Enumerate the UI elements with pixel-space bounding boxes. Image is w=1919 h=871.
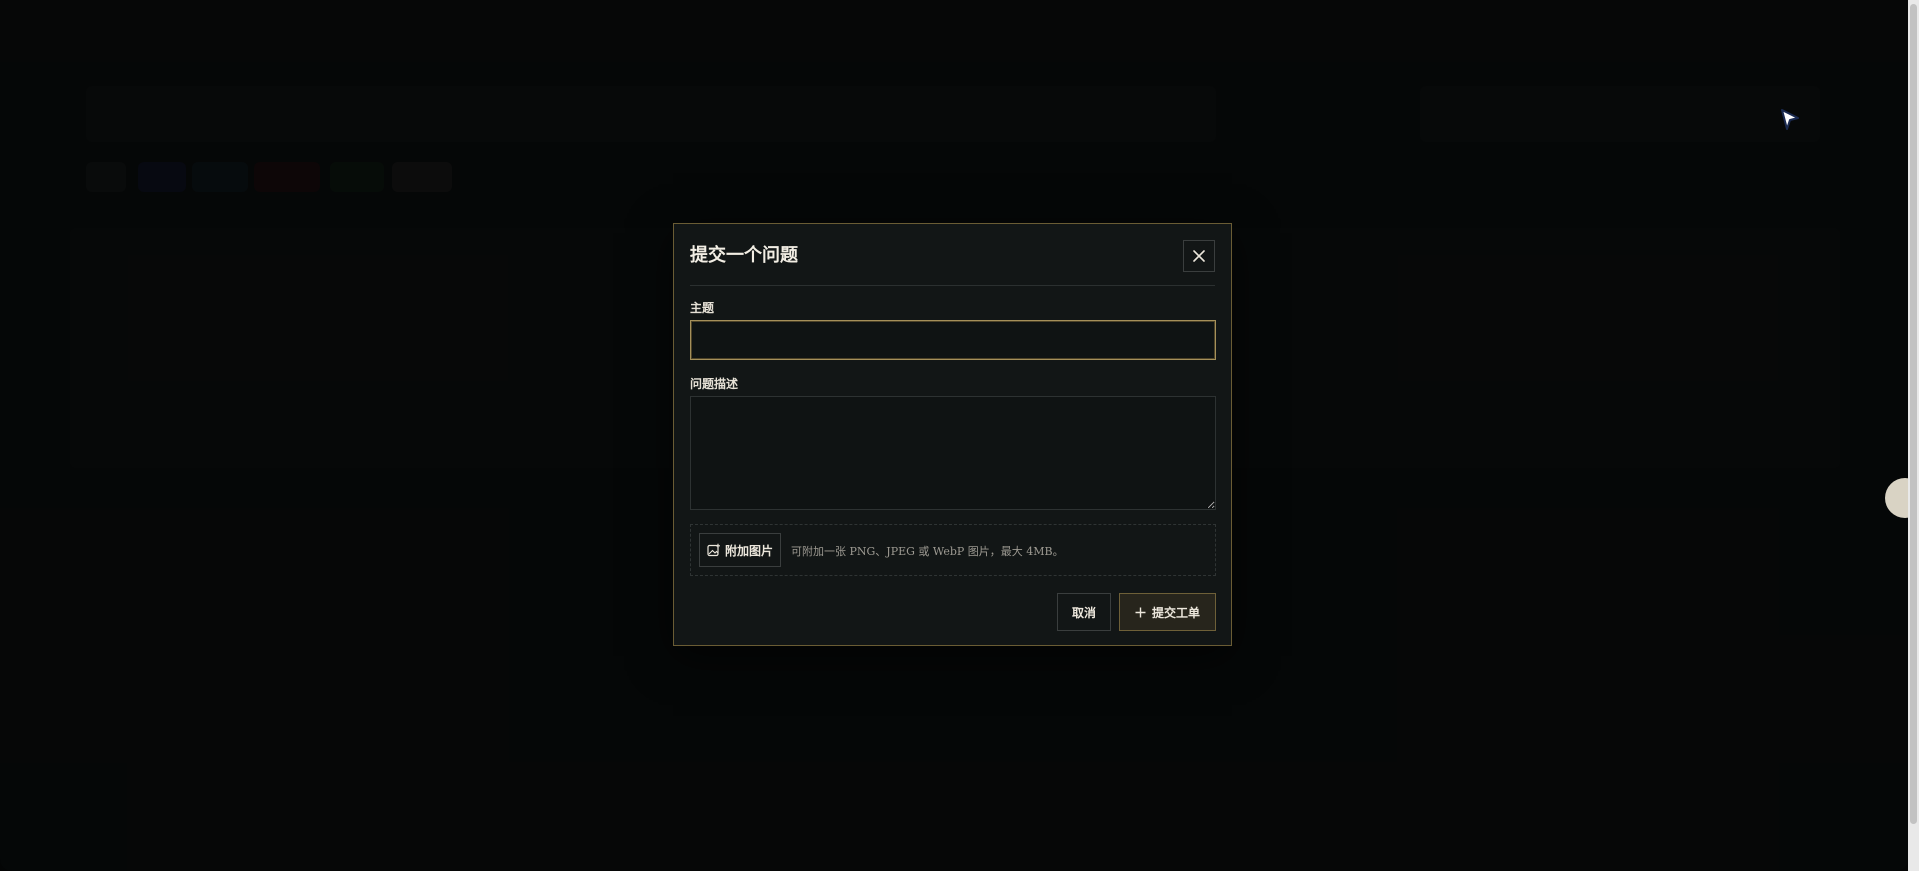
scrollbar-thumb[interactable]	[1910, 4, 1917, 824]
description-label: 问题描述	[690, 377, 739, 391]
attach-hint-text: 可附加一张 PNG、JPEG 或 WebP 图片，最大 4MB。	[791, 545, 1064, 558]
description-textarea[interactable]	[690, 396, 1216, 510]
cursor-icon	[1781, 109, 1799, 130]
attachment-dropzone[interactable]: 附加图片 可附加一张 PNG、JPEG 或 WebP 图片，最大 4MB。	[690, 524, 1216, 576]
dialog-divider	[690, 285, 1215, 286]
subject-input[interactable]	[690, 320, 1216, 360]
attach-image-label: 附加图片	[724, 543, 773, 558]
close-button[interactable]	[1183, 240, 1215, 272]
attach-image-button[interactable]: 附加图片	[699, 533, 781, 567]
submit-ticket-button[interactable]: 提交工单	[1119, 593, 1216, 631]
dialog-title: 提交一个问题	[690, 245, 798, 266]
subject-label: 主题	[690, 301, 715, 315]
submit-issue-dialog: 提交一个问题 主题 问题描述 附加图片 可附加一张 PNG、JPEG 或 Web…	[673, 223, 1232, 646]
cancel-button[interactable]: 取消	[1057, 593, 1111, 631]
close-icon	[1193, 250, 1205, 262]
image-plus-icon	[707, 543, 720, 557]
scrollbar[interactable]	[1908, 0, 1919, 871]
plus-icon	[1135, 607, 1146, 617]
submit-ticket-label: 提交工单	[1151, 605, 1200, 620]
